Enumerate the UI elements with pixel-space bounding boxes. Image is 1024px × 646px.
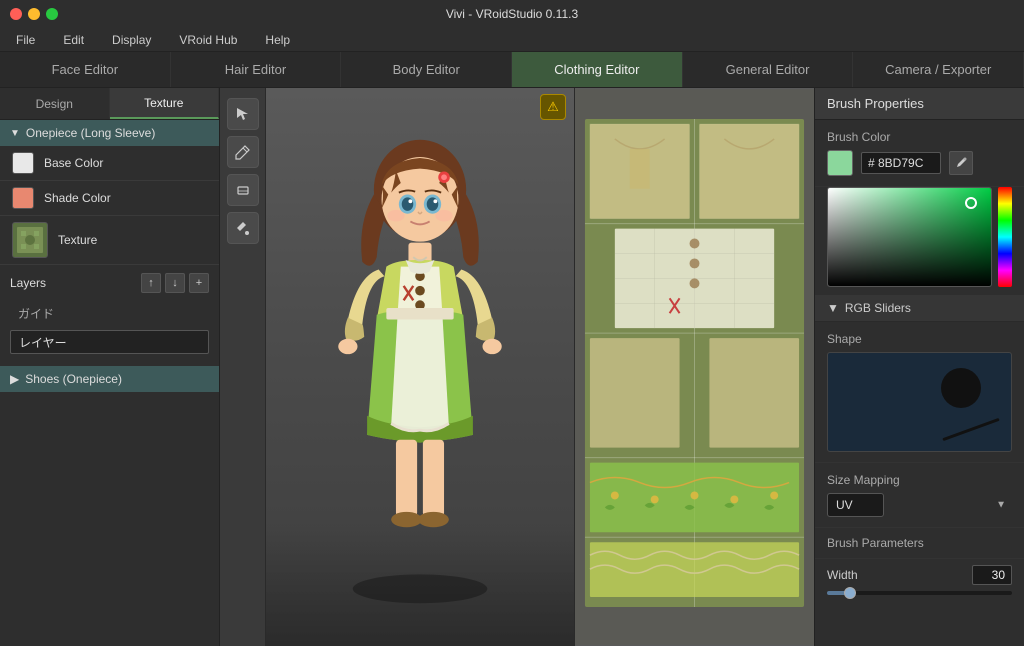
texture-item: Texture xyxy=(0,216,219,265)
design-texture-tabs: Design Texture xyxy=(0,88,219,120)
maximize-button[interactable] xyxy=(46,8,58,20)
tool-bar xyxy=(220,88,266,646)
layer-add-button[interactable]: + xyxy=(189,273,209,293)
editor-tab-body[interactable]: Body Editor xyxy=(341,52,512,87)
width-label: Width xyxy=(827,568,858,582)
hex-color-input[interactable] xyxy=(861,152,941,174)
viewport-floor xyxy=(266,526,574,646)
menu-item-help[interactable]: Help xyxy=(259,31,296,49)
layers-label: Layers xyxy=(10,276,46,290)
brush-color-label: Brush Color xyxy=(827,130,1012,144)
texture-label: Texture xyxy=(58,233,97,247)
base-color-swatch[interactable] xyxy=(12,152,34,174)
editor-tab-general[interactable]: General Editor xyxy=(683,52,854,87)
window-title: Vivi - VRoidStudio 0.11.3 xyxy=(446,7,578,21)
editor-tabs: Face EditorHair EditorBody EditorClothin… xyxy=(0,52,1024,88)
layer-down-button[interactable]: ↓ xyxy=(165,273,185,293)
shape-preview xyxy=(827,352,1012,452)
layers-header: Layers ↑ ↓ + xyxy=(10,273,209,293)
menubar: File Edit Display VRoid Hub Help xyxy=(0,28,1024,52)
eraser-tool-button[interactable] xyxy=(227,174,259,206)
width-value[interactable]: 30 xyxy=(972,565,1012,585)
shade-color-swatch[interactable] xyxy=(12,187,34,209)
layers-section: Layers ↑ ↓ + ガイド xyxy=(0,265,219,362)
color-spectrum[interactable] xyxy=(998,187,1012,287)
menu-item-vroid hub[interactable]: VRoid Hub xyxy=(173,31,243,49)
slider-fill xyxy=(827,591,846,595)
base-color-item: Base Color xyxy=(0,146,219,181)
editor-tab-clothing[interactable]: Clothing Editor xyxy=(512,52,683,87)
texture-thumb[interactable] xyxy=(12,222,48,258)
brush-properties-header: Brush Properties xyxy=(815,88,1024,120)
pen-tool-button[interactable] xyxy=(227,136,259,168)
width-slider[interactable] xyxy=(815,591,1024,603)
editor-tab-hair[interactable]: Hair Editor xyxy=(171,52,342,87)
menu-item-display[interactable]: Display xyxy=(106,31,157,49)
brush-parameters-header: Brush Parameters xyxy=(815,528,1024,559)
shade-color-item: Shade Color xyxy=(0,181,219,216)
section-shoes[interactable]: ▶ Shoes (Onepiece) xyxy=(0,366,219,392)
brush-shape-circle xyxy=(941,368,981,408)
traffic-lights xyxy=(10,8,58,20)
color-gradient[interactable] xyxy=(827,187,992,287)
brush-color-swatch[interactable] xyxy=(827,150,853,176)
center-area: ⚠ xyxy=(220,88,814,646)
slider-thumb[interactable] xyxy=(844,587,856,599)
shape-label: Shape xyxy=(827,332,1012,346)
left-panel: Design Texture ▼ Onepiece (Long Sleeve) … xyxy=(0,88,220,646)
layers-controls: ↑ ↓ + xyxy=(141,273,209,293)
base-color-label: Base Color xyxy=(44,156,103,170)
brush-parameters-label: Brush Parameters xyxy=(827,536,924,550)
brush-properties-title: Brush Properties xyxy=(827,96,924,111)
brush-shape-line xyxy=(942,418,999,441)
menu-item-file[interactable]: File xyxy=(10,31,41,49)
chevron-down-icon: ▼ xyxy=(827,301,839,315)
editor-tab-camera[interactable]: Camera / Exporter xyxy=(853,52,1024,87)
size-mapping-section: Size Mapping UV Screen ▼ xyxy=(815,463,1024,528)
fill-tool-button[interactable] xyxy=(227,212,259,244)
rgb-sliders-label: RGB Sliders xyxy=(845,301,911,315)
color-picker-area[interactable] xyxy=(827,187,1012,287)
rgb-sliders-section[interactable]: ▼ RGB Sliders xyxy=(815,295,1024,322)
warning-symbol: ⚠ xyxy=(547,99,559,115)
guide-text: ガイド xyxy=(10,301,209,326)
select-tool-button[interactable] xyxy=(227,98,259,130)
chevron-down-icon: ▼ xyxy=(996,500,1006,511)
editor-tab-face[interactable]: Face Editor xyxy=(0,52,171,87)
tab-texture[interactable]: Texture xyxy=(110,88,220,119)
minimize-button[interactable] xyxy=(28,8,40,20)
brush-color-section: Brush Color xyxy=(815,120,1024,187)
titlebar: Vivi - VRoidStudio 0.11.3 xyxy=(0,0,1024,28)
size-mapping-select-wrapper: UV Screen ▼ xyxy=(827,493,1012,517)
size-mapping-label: Size Mapping xyxy=(827,473,1012,487)
layer-up-button[interactable]: ↑ xyxy=(141,273,161,293)
size-mapping-select[interactable]: UV Screen xyxy=(827,493,884,517)
slider-track xyxy=(827,591,1012,595)
3d-viewport[interactable]: ⚠ xyxy=(266,88,574,646)
menu-item-edit[interactable]: Edit xyxy=(57,31,90,49)
shade-color-label: Shade Color xyxy=(44,191,111,205)
close-button[interactable] xyxy=(10,8,22,20)
right-panel: Brush Properties Brush Color xyxy=(814,88,1024,646)
eyedropper-button[interactable] xyxy=(949,151,973,175)
main-layout: Design Texture ▼ Onepiece (Long Sleeve) … xyxy=(0,88,1024,646)
tab-design[interactable]: Design xyxy=(0,88,110,119)
section-name: Onepiece (Long Sleeve) xyxy=(26,126,155,140)
uv-panel[interactable] xyxy=(574,88,814,646)
layer-name-input[interactable] xyxy=(10,330,209,354)
shape-section: Shape xyxy=(815,322,1024,463)
shoes-section-name: Shoes (Onepiece) xyxy=(25,372,122,386)
chevron-right-icon: ▶ xyxy=(10,372,19,386)
chevron-down-icon: ▼ xyxy=(10,128,20,139)
color-gradient-row xyxy=(827,187,1012,287)
picker-cursor xyxy=(965,197,977,209)
width-param-row: Width 30 xyxy=(815,559,1024,591)
section-onepiece[interactable]: ▼ Onepiece (Long Sleeve) xyxy=(0,120,219,146)
brush-color-row xyxy=(827,150,1012,176)
